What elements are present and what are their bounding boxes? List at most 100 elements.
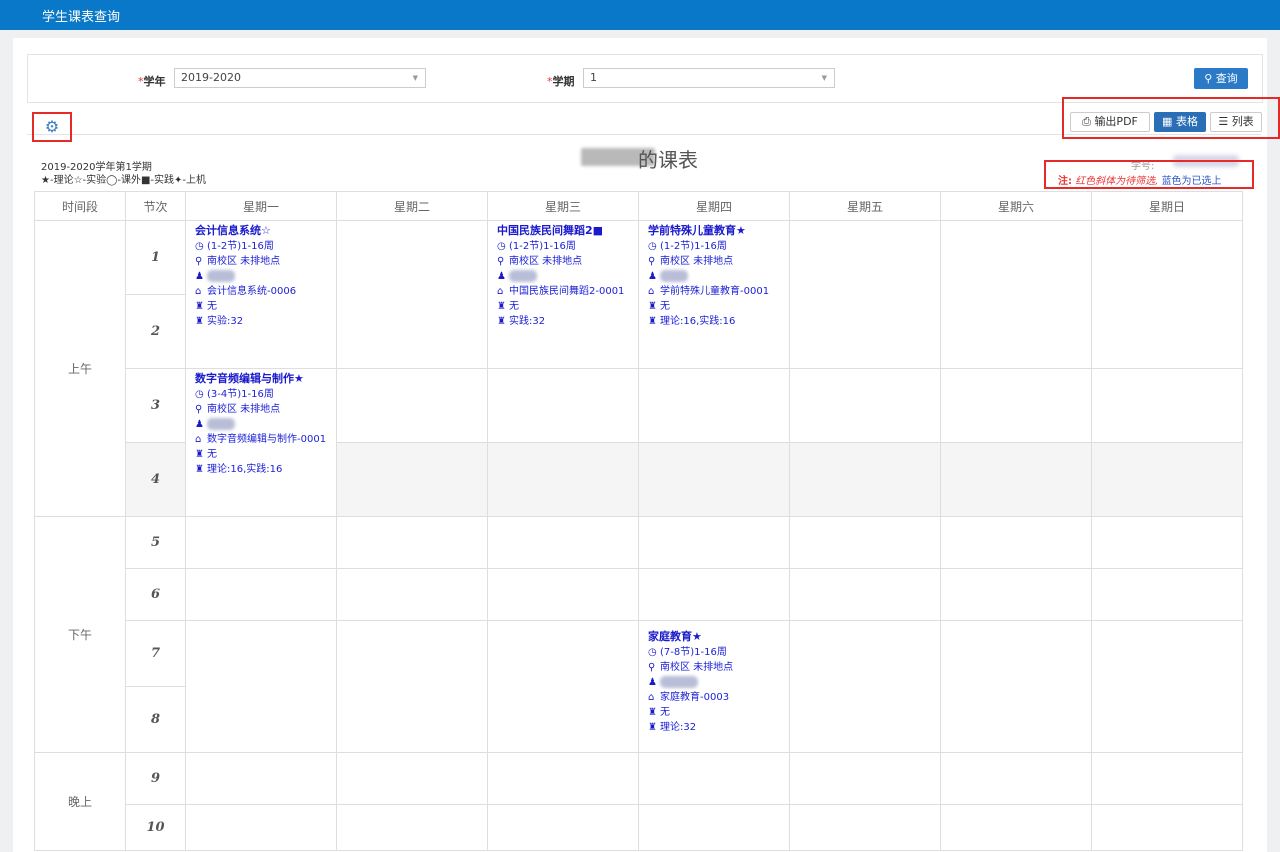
filter-bar: *学年 2019-2020 ▼ *学期 1 ▼ ⚲ 查询 xyxy=(27,54,1263,103)
home-icon: ⌂ xyxy=(195,434,202,445)
list-view-button[interactable]: ☰ 列表 xyxy=(1210,112,1262,132)
gear-icon[interactable]: ⚙ xyxy=(32,112,72,142)
empty-cell xyxy=(336,442,488,517)
empty-cell xyxy=(1091,442,1243,517)
course-cell-thu-1[interactable]: 学前特殊儿童教育★ ◷ (1-2节)1-16周 ⚲ 南校区 未排地点 ♟ ⌂ 学前特殊… xyxy=(638,220,790,369)
selection-note: 注: 红色斜体为待筛选, 蓝色为已选上 xyxy=(1044,160,1254,189)
tower-icon: ♜ xyxy=(497,301,506,312)
home-icon: ⌂ xyxy=(648,286,655,297)
empty-cell xyxy=(336,752,488,805)
tower-icon: ♜ xyxy=(195,449,204,460)
empty-cell xyxy=(487,752,639,805)
course-cell-thu-7[interactable]: 家庭教育★ ◷ (7-8节)1-16周 ⚲ 南校区 未排地点 ♟ ⌂ 家庭教育-000… xyxy=(638,620,790,753)
empty-cell xyxy=(336,568,488,621)
empty-cell xyxy=(487,442,639,517)
course-card: 数字音频编辑与制作★ ◷ (3-4节)1-16周 ⚲ 南校区 未排地点 ♟ ⌂ 数字音… xyxy=(186,369,336,477)
empty-cell xyxy=(336,368,488,443)
empty-cell xyxy=(638,568,790,621)
clock-icon: ◷ xyxy=(648,241,657,252)
header-sunday: 星期日 xyxy=(1091,191,1243,221)
query-button[interactable]: ⚲ 查询 xyxy=(1194,68,1248,89)
course-name: 学前特殊儿童教育★ xyxy=(648,224,746,237)
table-row: 下午 5 xyxy=(34,516,1243,753)
home-icon: ⌂ xyxy=(497,286,504,297)
empty-cell xyxy=(940,516,1092,569)
header-session: 节次 xyxy=(125,191,186,221)
empty-cell xyxy=(185,620,337,753)
empty-cell xyxy=(789,620,941,753)
session-number: 5 xyxy=(125,516,186,569)
chevron-down-icon: ▼ xyxy=(821,74,827,82)
empty-cell xyxy=(789,752,941,805)
table-row: 上午 1 会计信息系统☆ ◷ (1-2节)1-16周 ⚲ 南校区 未排地点 ♟ ⌂ 会… xyxy=(34,220,1243,517)
main-panel: *学年 2019-2020 ▼ *学期 1 ▼ ⚲ 查询 ⚙ ⎙ 输出PDF ▦… xyxy=(13,38,1280,852)
empty-cell xyxy=(789,442,941,517)
empty-cell xyxy=(638,516,790,569)
course-card: 家庭教育★ ◷ (7-8节)1-16周 ⚲ 南校区 未排地点 ♟ ⌂ 家庭教育-000… xyxy=(639,621,789,735)
empty-cell xyxy=(940,620,1092,753)
session-number: 8 xyxy=(125,686,186,753)
empty-cell xyxy=(789,368,941,443)
empty-cell xyxy=(487,804,639,851)
session-number: 9 xyxy=(125,752,186,805)
clock-icon: ◷ xyxy=(497,241,506,252)
empty-cell xyxy=(789,804,941,851)
year-label: *学年 xyxy=(138,75,166,88)
empty-cell xyxy=(638,368,790,443)
tower-icon: ♜ xyxy=(195,464,204,475)
export-pdf-button[interactable]: ⎙ 输出PDF xyxy=(1070,112,1150,132)
empty-cell xyxy=(336,220,488,369)
empty-cell xyxy=(1091,516,1243,569)
session-number: 4 xyxy=(125,442,186,517)
session-number: 3 xyxy=(125,368,186,443)
empty-cell xyxy=(185,804,337,851)
tower-icon: ♜ xyxy=(648,316,657,327)
clock-icon: ◷ xyxy=(195,241,204,252)
location-pin-icon: ⚲ xyxy=(648,256,656,267)
user-icon: ♟ xyxy=(648,677,657,688)
table-row: 7 家庭教育★ ◷ (7-8节)1-16周 ⚲ 南校区 未排地点 ♟ ⌂ 家庭教育-0… xyxy=(35,620,1243,753)
session-number: 2 xyxy=(125,294,186,369)
course-card: 会计信息系统☆ ◷ (1-2节)1-16周 ⚲ 南校区 未排地点 ♟ ⌂ 会计信息系统… xyxy=(186,221,336,329)
tower-icon: ♜ xyxy=(497,316,506,327)
tower-icon: ♜ xyxy=(648,707,657,718)
tower-icon: ♜ xyxy=(195,301,204,312)
course-cell-mon-1[interactable]: 会计信息系统☆ ◷ (1-2节)1-16周 ⚲ 南校区 未排地点 ♟ ⌂ 会计信息系统… xyxy=(185,220,337,369)
empty-cell xyxy=(789,516,941,569)
empty-cell xyxy=(1091,804,1243,851)
user-icon: ♟ xyxy=(195,271,204,282)
search-icon: ⚲ xyxy=(1204,72,1213,85)
empty-cell xyxy=(336,804,488,851)
table-row: 10 xyxy=(35,804,1243,851)
course-name: 家庭教育★ xyxy=(648,630,702,643)
teacher-redacted xyxy=(207,418,235,430)
schedule-table: 时间段 节次 星期一 星期二 星期三 星期四 星期五 星期六 星期日 上午 1 … xyxy=(34,191,1243,851)
term-select[interactable]: 1 ▼ xyxy=(583,68,835,88)
empty-cell xyxy=(1091,568,1243,621)
year-select[interactable]: 2019-2020 ▼ xyxy=(174,68,426,88)
printer-icon: ⎙ xyxy=(1082,115,1091,128)
schedule-title: 的课表 xyxy=(638,148,698,172)
empty-cell xyxy=(638,804,790,851)
course-cell-wed-1[interactable]: 中国民族民间舞蹈2■ ◷ (1-2节)1-16周 ⚲ 南校区 未排地点 ♟ ⌂ 中国民… xyxy=(487,220,639,369)
location-pin-icon: ⚲ xyxy=(195,404,203,415)
empty-cell xyxy=(185,568,337,621)
course-cell-mon-3[interactable]: 数字音频编辑与制作★ ◷ (3-4节)1-16周 ⚲ 南校区 未排地点 ♟ ⌂ 数字音… xyxy=(185,368,337,517)
user-icon: ♟ xyxy=(497,271,506,282)
session-number: 10 xyxy=(125,804,186,851)
empty-cell xyxy=(789,568,941,621)
empty-cell xyxy=(487,368,639,443)
table-header-row: 时间段 节次 星期一 星期二 星期三 星期四 星期五 星期六 星期日 xyxy=(34,191,1243,221)
course-card: 中国民族民间舞蹈2■ ◷ (1-2节)1-16周 ⚲ 南校区 未排地点 ♟ ⌂ 中国民… xyxy=(488,221,638,329)
user-icon: ♟ xyxy=(195,419,204,430)
empty-cell xyxy=(940,220,1092,369)
tower-icon: ♜ xyxy=(648,301,657,312)
course-card: 学前特殊儿童教育★ ◷ (1-2节)1-16周 ⚲ 南校区 未排地点 ♟ ⌂ 学前特殊… xyxy=(639,221,789,329)
teacher-redacted xyxy=(660,270,688,282)
header-tuesday: 星期二 xyxy=(336,191,488,221)
period-evening: 晚上 xyxy=(34,752,126,851)
header-period: 时间段 xyxy=(34,191,126,221)
tower-icon: ♜ xyxy=(195,316,204,327)
header-monday: 星期一 xyxy=(185,191,337,221)
table-view-button[interactable]: ▦ 表格 xyxy=(1154,112,1206,132)
